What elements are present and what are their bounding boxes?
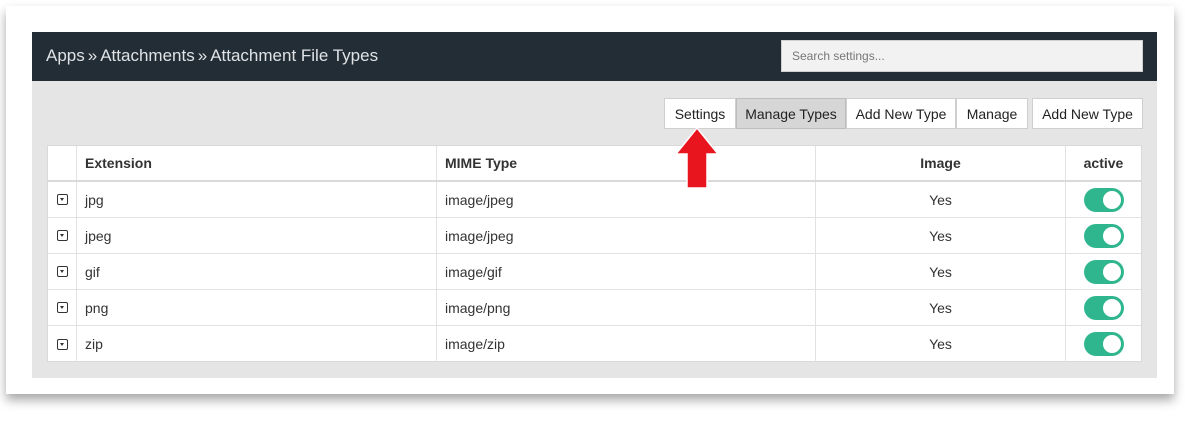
extension-cell: zip bbox=[77, 326, 437, 362]
table-header-row: Extension MIME Type Image active bbox=[48, 146, 1141, 182]
active-cell bbox=[1066, 254, 1141, 289]
image-cell: Yes bbox=[816, 254, 1066, 289]
breadcrumb-separator: » bbox=[87, 46, 98, 65]
mime-cell: image/zip bbox=[437, 326, 816, 362]
active-toggle[interactable] bbox=[1083, 332, 1124, 356]
extension-cell: gif bbox=[77, 254, 437, 289]
screenshot-frame: Apps» Attachments» Attachment File Types S… bbox=[6, 6, 1174, 394]
header-image[interactable]: Image bbox=[816, 146, 1066, 180]
add-new-type-button-2[interactable]: Add New Type bbox=[1032, 98, 1143, 129]
header-mime-type[interactable]: MIME Type bbox=[437, 146, 816, 180]
expand-cell bbox=[48, 326, 77, 362]
mime-cell: image/jpeg bbox=[437, 182, 816, 217]
table-row: gif image/gif Yes bbox=[48, 254, 1141, 290]
breadcrumb-attachments[interactable]: Attachments bbox=[100, 46, 195, 65]
expand-cell bbox=[48, 218, 77, 253]
image-cell: Yes bbox=[816, 218, 1066, 253]
expand-icon[interactable] bbox=[56, 230, 68, 241]
mime-cell: image/jpeg bbox=[437, 218, 816, 253]
breadcrumb-current: Attachment File Types bbox=[210, 46, 379, 65]
file-types-table: Extension MIME Type Image active jpg ima… bbox=[47, 145, 1142, 362]
expand-cell bbox=[48, 254, 77, 289]
table-row: png image/png Yes bbox=[48, 290, 1141, 326]
active-toggle[interactable] bbox=[1083, 295, 1124, 320]
active-toggle[interactable] bbox=[1083, 259, 1124, 284]
active-toggle[interactable] bbox=[1083, 223, 1124, 248]
expand-icon[interactable] bbox=[56, 338, 68, 350]
extension-cell: png bbox=[77, 290, 437, 325]
up-arrow-icon bbox=[676, 128, 718, 188]
header-expand-col bbox=[48, 146, 77, 180]
settings-button[interactable]: Settings bbox=[664, 98, 736, 129]
expand-icon[interactable] bbox=[56, 302, 68, 313]
image-cell: Yes bbox=[816, 326, 1066, 362]
extension-cell: jpg bbox=[77, 182, 437, 217]
table-row: jpg image/jpeg Yes bbox=[48, 182, 1141, 218]
expand-cell bbox=[48, 182, 77, 217]
active-cell bbox=[1066, 326, 1141, 362]
header-active[interactable]: active bbox=[1066, 146, 1141, 180]
add-new-type-button[interactable]: Add New Type bbox=[846, 98, 956, 129]
header-extension[interactable]: Extension bbox=[77, 146, 437, 180]
expand-cell bbox=[48, 290, 77, 325]
active-cell bbox=[1066, 290, 1141, 325]
expand-icon[interactable] bbox=[56, 266, 68, 277]
breadcrumb: Apps» Attachments» Attachment File Types bbox=[46, 46, 378, 66]
extension-cell: jpeg bbox=[77, 218, 437, 253]
active-cell bbox=[1066, 218, 1141, 253]
settings-panel: Apps» Attachments» Attachment File Types S… bbox=[32, 32, 1157, 378]
table-row: zip image/zip Yes bbox=[48, 326, 1141, 362]
active-toggle[interactable] bbox=[1083, 187, 1124, 212]
mime-cell: image/png bbox=[437, 290, 816, 325]
top-bar: Apps» Attachments» Attachment File Types bbox=[32, 32, 1157, 81]
table-row: jpeg image/jpeg Yes bbox=[48, 218, 1141, 254]
manage-types-button[interactable]: Manage Types bbox=[736, 98, 846, 129]
breadcrumb-apps[interactable]: Apps bbox=[46, 46, 85, 65]
manage-button[interactable]: Manage bbox=[956, 98, 1028, 129]
breadcrumb-separator: » bbox=[197, 46, 208, 65]
expand-icon[interactable] bbox=[56, 194, 68, 205]
active-cell bbox=[1066, 182, 1141, 217]
mime-cell: image/gif bbox=[437, 254, 816, 289]
image-cell: Yes bbox=[816, 290, 1066, 325]
image-cell: Yes bbox=[816, 182, 1066, 217]
search-input[interactable] bbox=[781, 40, 1143, 72]
